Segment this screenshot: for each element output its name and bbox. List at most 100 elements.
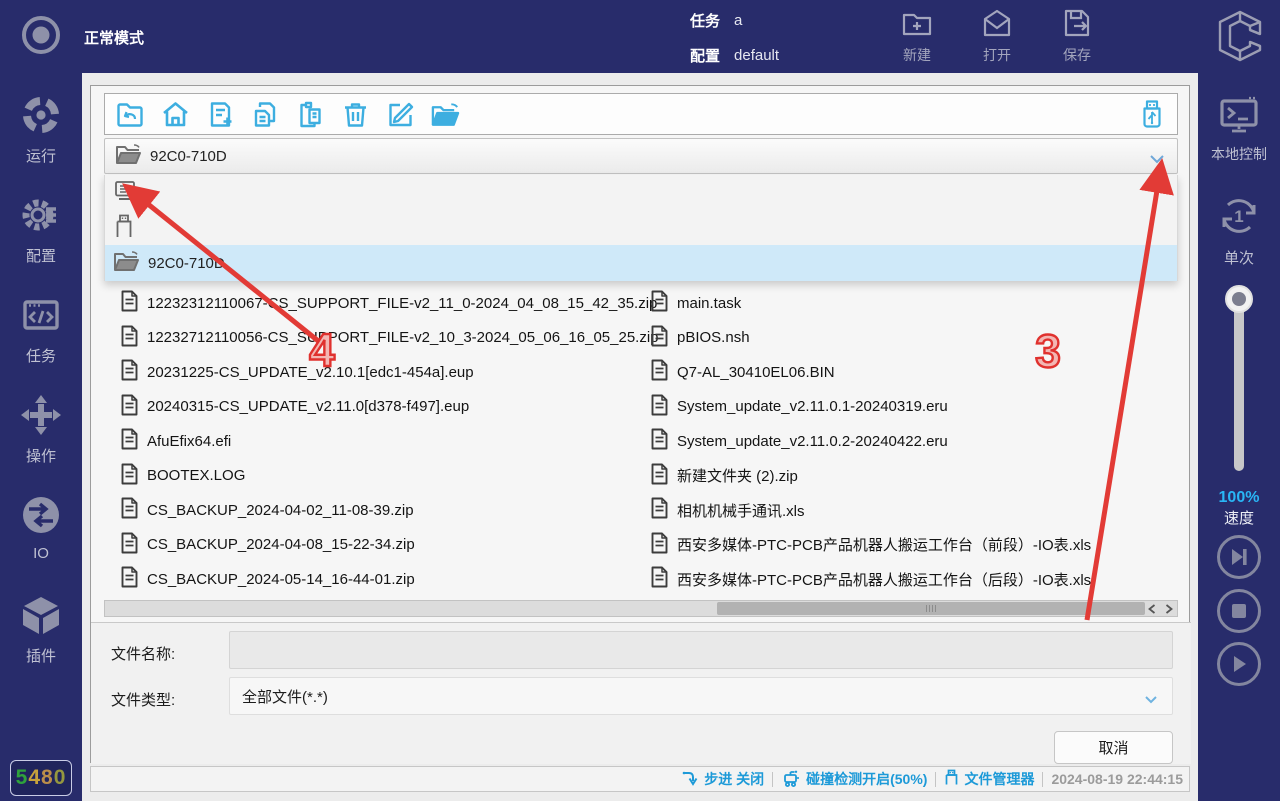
horizontal-scrollbar: [104, 600, 1178, 617]
new-task-button[interactable]: 新建: [885, 6, 949, 65]
sidebar-item-operate[interactable]: 操作: [0, 393, 82, 466]
path-dropdown-field[interactable]: 92C0-710D: [104, 138, 1178, 174]
step-icon: [681, 770, 699, 789]
settings-icon: [0, 193, 82, 241]
usb-device-icon[interactable]: [1137, 99, 1167, 129]
sidebar-item-plugin[interactable]: 插件: [0, 593, 82, 666]
speed-percent: 100%: [1198, 489, 1280, 507]
step-run-button[interactable]: [1217, 535, 1261, 579]
file-name-input[interactable]: [229, 631, 1173, 669]
file-row[interactable]: CS_BACKUP_2024-04-08_15-22-34.zip: [121, 528, 651, 563]
new-file-icon[interactable]: [205, 99, 235, 129]
open-folder-icon[interactable]: [430, 99, 460, 129]
file-manager-status[interactable]: 文件管理器: [944, 769, 1034, 789]
file-row[interactable]: CS_BACKUP_2024-04-02_11-08-39.zip: [121, 493, 651, 528]
file-row[interactable]: BOOTEX.LOG: [121, 459, 651, 494]
file-row[interactable]: pBIOS.nsh: [651, 321, 1191, 356]
file-row[interactable]: System_update_v2.11.0.1-20240319.eru: [651, 390, 1191, 425]
open-task-button[interactable]: 打开: [965, 6, 1029, 65]
chevron-down-icon[interactable]: [1149, 151, 1165, 169]
dropdown-item-label: 92C0-710D: [148, 255, 225, 272]
file-row[interactable]: 12232312110067-CS_SUPPORT_FILE-v2_11_0-2…: [121, 286, 651, 321]
file-column-right: main.task pBIOS.nsh Q7-AL_30410EL06.BIN: [651, 286, 1191, 598]
file-row[interactable]: System_update_v2.11.0.2-20240422.eru: [651, 424, 1191, 459]
rename-icon[interactable]: [385, 99, 415, 129]
file-row[interactable]: 西安多媒体-PTC-PCB产品机器人搬运工作台（前段）-IO表.xls: [651, 528, 1191, 563]
sidebar-item-label: 配置: [26, 248, 56, 265]
scroll-left-icon[interactable]: [1143, 601, 1160, 616]
dropdown-item-usb[interactable]: [105, 210, 1177, 245]
main-area: 92C0-710D 92C0-710: [82, 73, 1198, 801]
app-logo-icon: [1214, 8, 1266, 69]
file-row[interactable]: CS_BACKUP_2024-05-14_16-44-01.zip: [121, 562, 651, 597]
collision-status[interactable]: 碰撞检测开启(50%): [781, 769, 927, 790]
operate-icon: [0, 393, 82, 441]
stop-button[interactable]: [1217, 589, 1261, 633]
document-icon: [651, 497, 668, 523]
cancel-label: 取消: [1098, 737, 1128, 758]
left-sidebar: 运行 配置 任务 操作 IO 插件 5480: [0, 73, 82, 801]
document-icon: [121, 359, 138, 385]
home-icon[interactable]: [160, 99, 190, 129]
paste-icon[interactable]: [295, 99, 325, 129]
document-icon: [651, 532, 668, 558]
folder-icon: [115, 143, 141, 170]
file-row[interactable]: 20231225-CS_UPDATE_v2.10.1[edc1-454a].eu…: [121, 355, 651, 390]
file-name: 西安多媒体-PTC-PCB产品机器人搬运工作台（前段）-IO表.xls: [677, 534, 1091, 555]
speed-slider-track[interactable]: [1234, 295, 1244, 471]
scroll-right-icon[interactable]: [1160, 601, 1177, 616]
sidebar-item-run[interactable]: 运行: [0, 93, 82, 166]
delete-icon[interactable]: [340, 99, 370, 129]
file-row[interactable]: AfuEfix64.efi: [121, 424, 651, 459]
document-icon: [651, 428, 668, 454]
sidebar-item-label: 插件: [26, 648, 56, 665]
sidebar-item-io[interactable]: IO: [0, 493, 82, 562]
dropdown-item-folder-selected[interactable]: 92C0-710D: [105, 245, 1177, 281]
file-row[interactable]: 20240315-CS_UPDATE_v2.11.0[d378-f497].eu…: [121, 390, 651, 425]
file-row[interactable]: 新建文件夹 (2).zip: [651, 459, 1191, 494]
file-row[interactable]: Q7-AL_30410EL06.BIN: [651, 355, 1191, 390]
chevron-down-icon: [1144, 691, 1158, 708]
file-name: 20231225-CS_UPDATE_v2.10.1[edc1-454a].eu…: [147, 364, 474, 381]
counter-digit: 5: [16, 766, 29, 790]
sidebar-item-config[interactable]: 配置: [0, 193, 82, 266]
sidebar-item-single-run[interactable]: 1 单次: [1198, 193, 1280, 268]
sidebar-item-local-control[interactable]: 本地控制: [1198, 93, 1280, 164]
file-name: CS_BACKUP_2024-04-02_11-08-39.zip: [147, 502, 414, 519]
step-status-label: 步进 关闭: [704, 769, 764, 789]
sidebar-item-label: 运行: [26, 148, 56, 165]
file-row[interactable]: 相机机械手通讯.xls: [651, 493, 1191, 528]
copy-icon[interactable]: [250, 99, 280, 129]
sidebar-item-task[interactable]: 任务: [0, 293, 82, 366]
right-sidebar: 本地控制 1 单次 100% 速度: [1198, 73, 1280, 801]
counter-digit: 8: [41, 766, 54, 790]
file-name: pBIOS.nsh: [677, 329, 750, 346]
file-name: CS_BACKUP_2024-05-14_16-44-01.zip: [147, 571, 415, 588]
step-status[interactable]: 步进 关闭: [681, 769, 764, 789]
document-icon: [651, 463, 668, 489]
counter-badge: 5480: [10, 760, 72, 796]
file-toolbar: [104, 93, 1178, 135]
single-loop-icon: 1: [1198, 193, 1280, 243]
file-row[interactable]: main.task: [651, 286, 1191, 321]
cancel-button[interactable]: 取消: [1054, 731, 1173, 764]
file-type-label: 文件类型:: [111, 689, 175, 710]
speed-slider-handle[interactable]: [1225, 285, 1253, 313]
folder-icon: [113, 250, 139, 276]
file-type-select[interactable]: 全部文件(*.*): [229, 677, 1173, 715]
skip-icon: [1228, 546, 1250, 568]
scrollbar-thumb[interactable]: [717, 602, 1145, 615]
single-digit: 1: [1234, 207, 1243, 226]
mode-status-icon: [20, 14, 62, 61]
file-row[interactable]: 12232712110056-CS_SUPPORT_FILE-v2_10_3-2…: [121, 321, 651, 356]
play-button[interactable]: [1217, 642, 1261, 686]
task-icon: [0, 293, 82, 341]
file-row[interactable]: 西安多媒体-PTC-PCB产品机器人搬运工作台（后段）-IO表.xls: [651, 562, 1191, 597]
dropdown-item-computer[interactable]: [105, 175, 1177, 210]
folder-up-icon[interactable]: [115, 99, 145, 129]
play-icon: [1229, 654, 1249, 674]
save-task-button[interactable]: 保存: [1045, 6, 1109, 65]
status-bar: 步进 关闭 碰撞检测开启(50%) 文件管理器 2024-08-19 22:44…: [90, 766, 1190, 792]
scrollbar-track[interactable]: [105, 601, 1143, 616]
top-bar: 正常模式 任务 a 配置 default 新建 打开 保存: [0, 0, 1280, 73]
